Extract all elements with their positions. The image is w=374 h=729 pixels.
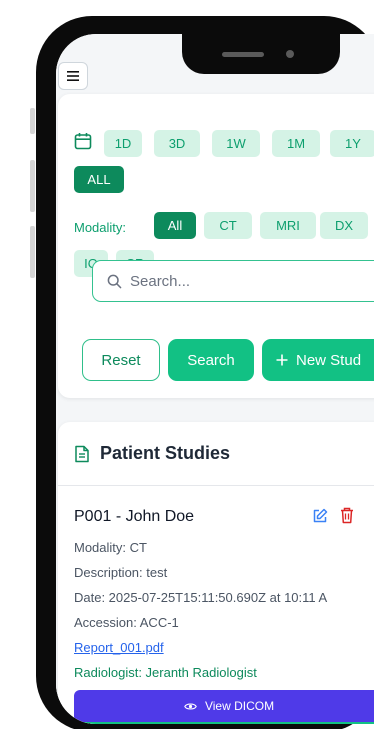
reset-button[interactable]: Reset [82,339,160,381]
study-description: Description: test [74,565,168,580]
date-filter-3d[interactable]: 3D [154,130,200,157]
studies-title: Patient Studies [100,443,231,463]
search-button[interactable]: Search [168,339,254,381]
next-action-strip [74,722,374,724]
phone-silent-switch [30,108,35,134]
menu-icon [67,71,79,81]
modality-label: Modality: [74,220,127,235]
date-filter-all[interactable]: ALL [74,166,124,193]
modality-filter-dx[interactable]: DX [320,212,368,239]
study-radiologist: Radiologist: Jeranth Radiologist [74,665,257,680]
view-dicom-button[interactable]: View DICOM [74,690,374,722]
menu-button[interactable] [58,62,88,90]
modality-filter-all[interactable]: All [154,212,196,239]
phone-volume-up [30,160,35,212]
filter-card: 1D 3D 1W 1M 1Y ALL Modality: All CT MRI … [58,94,374,398]
modality-filter-mri[interactable]: MRI [260,212,316,239]
trash-icon[interactable] [340,507,354,524]
document-icon [75,445,89,462]
search-field[interactable] [92,260,374,302]
modality-filter-ct[interactable]: CT [204,212,252,239]
studies-header: Patient Studies [58,422,374,486]
search-input[interactable] [130,272,350,290]
notch-camera [286,50,294,58]
eye-icon [184,702,197,710]
study-record-title: P001 - John Doe [74,508,195,525]
study-date: Date: 2025-07-25T15:11:50.690Z at 10:11 … [74,590,328,605]
phone-screen: 1D 3D 1W 1M 1Y ALL Modality: All CT MRI … [56,34,374,724]
study-modality: Modality: CT [74,540,147,555]
edit-icon[interactable] [312,508,328,524]
report-link[interactable]: Report_001.pdf [74,640,164,655]
study-accession: Accession: ACC-1 [74,615,179,630]
new-study-button[interactable]: New Stud [262,339,374,381]
phone-volume-down [30,226,35,278]
date-filter-1w[interactable]: 1W [212,130,260,157]
phone-notch [182,32,340,74]
view-dicom-label: View DICOM [204,699,275,713]
calendar-icon [74,133,92,150]
date-filter-1m[interactable]: 1M [272,130,320,157]
new-study-label: New Stud [296,351,362,369]
date-filter-1y[interactable]: 1Y [330,130,374,157]
date-filter-1d[interactable]: 1D [104,130,142,157]
notch-speaker [222,52,264,57]
patient-studies-card: Patient Studies P001 - John Doe Modality… [58,422,374,724]
search-icon [107,274,122,288]
plus-icon [276,354,288,366]
phone-frame: 1D 3D 1W 1M 1Y ALL Modality: All CT MRI … [36,16,374,729]
app-root: 1D 3D 1W 1M 1Y ALL Modality: All CT MRI … [56,34,374,724]
